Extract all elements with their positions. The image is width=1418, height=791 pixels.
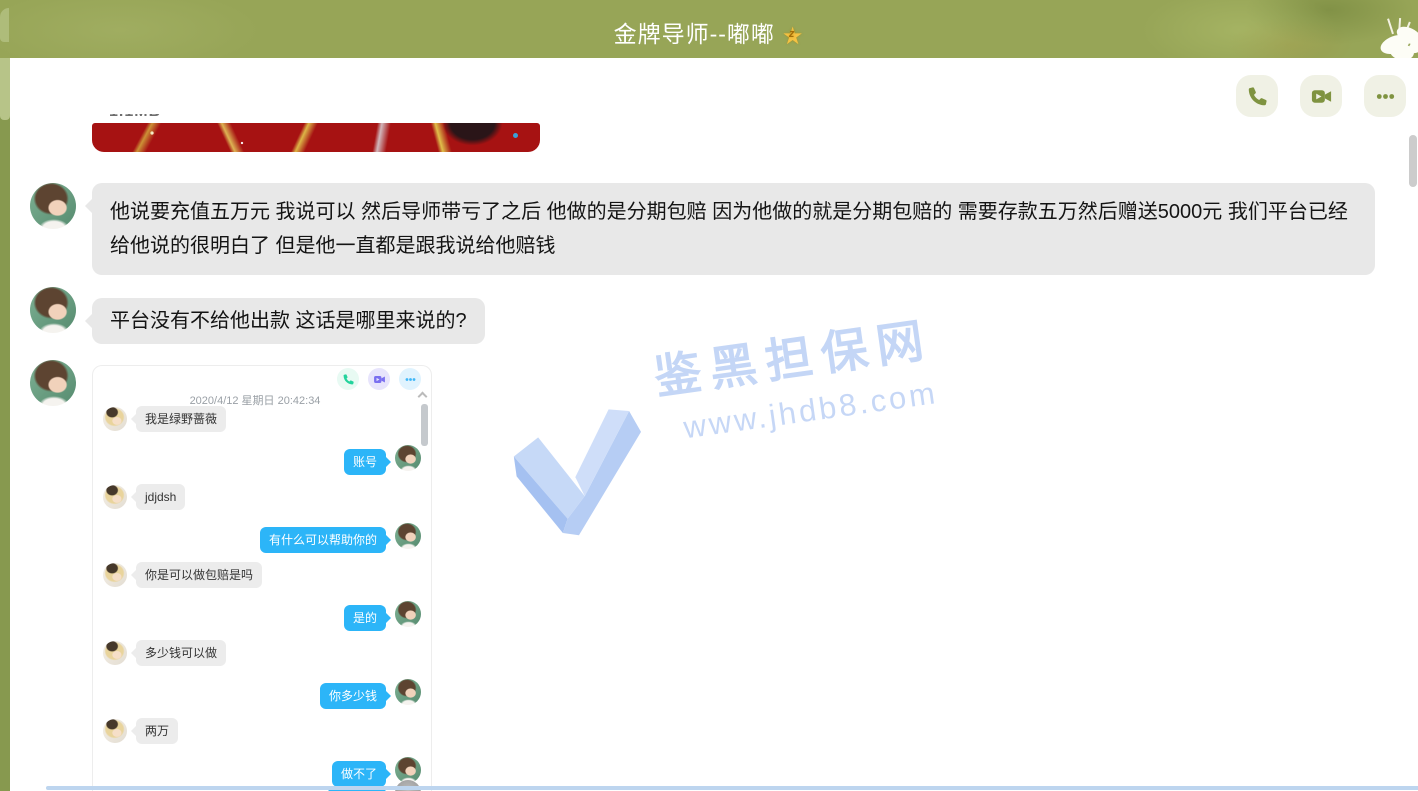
mini-avatar-girl — [395, 523, 421, 549]
left-edge-strip — [0, 58, 10, 791]
watermark-url: www.jhdb8.com — [681, 375, 941, 447]
thumbnail-detail — [513, 133, 518, 138]
mini-message-row: 你是可以做包赔是吗 — [103, 562, 421, 588]
chat-title-text: 金牌导师--嘟嘟 — [614, 21, 775, 47]
mini-message-row: 是的 — [103, 601, 421, 627]
video-thumbnail-image — [92, 123, 540, 152]
corner-accent — [0, 8, 9, 42]
mini-avatar-blonde — [103, 407, 127, 431]
watermark-logo-icon — [502, 399, 664, 553]
mini-call-toolbar — [337, 368, 421, 390]
mini-avatar-blonde — [103, 485, 127, 509]
mini-avatar-girl — [395, 679, 421, 705]
message-bubble[interactable]: 平台没有不给他出款 这话是哪里来说的? — [92, 298, 485, 344]
thumbnail-figure — [430, 123, 515, 152]
input-area-divider — [46, 786, 1418, 790]
mini-avatar-girl — [395, 601, 421, 627]
chat-screenshot-image[interactable]: 2020/4/12 星期日 20:42:34 我是绿野蔷薇 账号 — [92, 365, 432, 791]
ellipsis-icon — [1374, 85, 1397, 108]
mini-avatar-blonde — [103, 563, 127, 587]
mini-voice-call-icon — [337, 368, 359, 390]
sender-avatar[interactable] — [30, 287, 76, 333]
message-bubble[interactable]: 他说要充值五万元 我说可以 然后导师带亏了之后 他做的是分期包赔 因为他做的就是… — [92, 183, 1375, 275]
mini-video-call-icon — [368, 368, 390, 390]
mini-message-bubble: 有什么可以帮助你的 — [260, 527, 386, 553]
video-size-label: 1.1MB — [109, 114, 199, 123]
video-message-thumbnail[interactable]: 1.1MB — [92, 114, 540, 152]
video-call-button[interactable] — [1300, 75, 1342, 117]
mini-scroll-up-icon — [418, 392, 428, 402]
voice-call-button[interactable] — [1236, 75, 1278, 117]
mini-message-row: 你多少钱 — [103, 679, 421, 705]
sender-avatar[interactable] — [30, 360, 76, 406]
mini-message-row: 我是绿野蔷薇 — [103, 406, 421, 432]
mini-message-bubble: 我是绿野蔷薇 — [136, 406, 226, 432]
chat-message-area: 1.1MB 他说要充值五万元 我说可以 然后导师带亏了之后 他做的是分期包赔 因… — [10, 58, 1418, 791]
chat-app: 金牌导师--嘟嘟 ★z — [0, 0, 1418, 791]
video-camera-icon — [1310, 85, 1333, 108]
mini-message-list: 我是绿野蔷薇 账号 jdjdsh — [103, 406, 421, 791]
mini-message-row: jdjdsh — [103, 484, 421, 510]
watermark-title: 鉴黑担保网 — [649, 301, 936, 408]
mini-message-bubble: jdjdsh — [136, 484, 185, 510]
sender-avatar[interactable] — [30, 183, 76, 229]
mini-ellipsis-icon — [399, 368, 421, 390]
flower-decoration — [1362, 18, 1418, 58]
mini-message-bubble: 你是可以做包赔是吗 — [136, 562, 262, 588]
mini-message-bubble: 是的 — [344, 605, 386, 631]
mini-message-row: 做不了 — [103, 757, 421, 783]
mini-message-bubble: 账号 — [344, 449, 386, 475]
mini-message-bubble: 两万 — [136, 718, 178, 744]
mini-scrollbar-thumb — [421, 404, 428, 446]
mini-message-bubble: 多少钱可以做 — [136, 640, 226, 666]
mini-avatar-blonde — [103, 641, 127, 665]
mini-message-bubble: 做不了 — [332, 761, 386, 787]
mini-message-bubble: 你多少钱 — [320, 683, 386, 709]
mini-message-row: 多少钱可以做 — [103, 640, 421, 666]
mini-message-row: 两万 — [103, 718, 421, 744]
mini-avatar-girl — [395, 445, 421, 471]
mini-message-row: 有什么可以帮助你的 — [103, 523, 421, 549]
mini-message-row: 账号 — [103, 445, 421, 471]
chat-header: 金牌导师--嘟嘟 ★z — [0, 0, 1418, 58]
star-emoji: ★z — [782, 22, 805, 51]
phone-icon — [1246, 85, 1269, 108]
more-options-button[interactable] — [1364, 75, 1406, 117]
watermark: 鉴黑担保网 www.jhdb8.com — [494, 301, 954, 553]
mini-avatar-blonde — [103, 719, 127, 743]
chat-scrollbar-thumb[interactable] — [1409, 135, 1417, 187]
chat-title: 金牌导师--嘟嘟 ★z — [0, 15, 1418, 51]
